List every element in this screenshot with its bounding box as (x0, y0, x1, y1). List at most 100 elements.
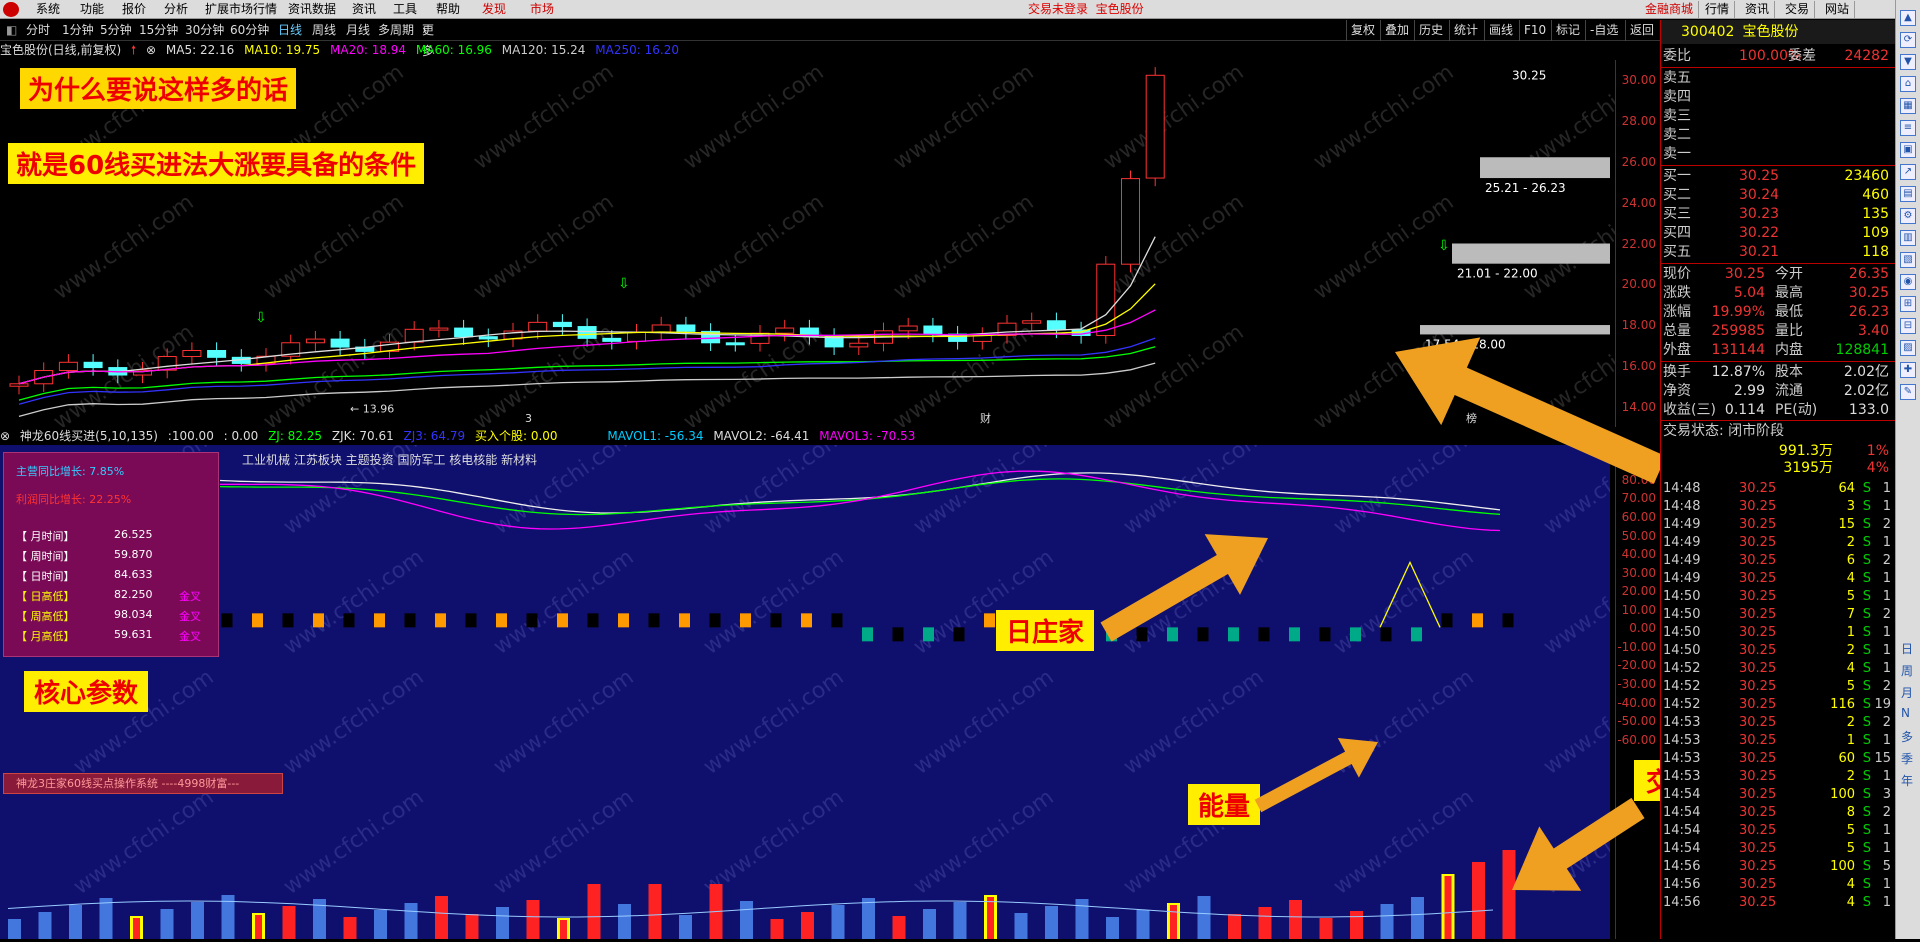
tool-f10[interactable]: F10 (1519, 20, 1546, 41)
menu-info[interactable]: 资讯 (352, 0, 376, 19)
watermark: www.cfchi.com (259, 190, 408, 305)
side-tool-icon[interactable]: ⟳ (1900, 32, 1916, 48)
side-period-label[interactable]: 年 (1901, 772, 1913, 789)
side-tool-icon[interactable]: ▦ (1900, 98, 1916, 114)
period-15min[interactable]: 15分钟 (139, 20, 178, 41)
fund-row: 换手 12.87% 股本 2.02亿 (1663, 364, 1889, 380)
tool-watchlist[interactable]: -自选 (1585, 20, 1618, 41)
side-period-label[interactable]: 日 (1901, 640, 1913, 657)
period-daily[interactable]: 日线 (278, 20, 302, 41)
volume-bar (953, 902, 967, 939)
side-period-label[interactable]: 季 (1901, 750, 1913, 767)
menu-analysis[interactable]: 分析 (164, 0, 188, 19)
tool-stats[interactable]: 统计 (1449, 20, 1478, 41)
tool-draw[interactable]: 画线 (1484, 20, 1513, 41)
tick-row: 14:50 30.25 2 S 1 (1663, 643, 1891, 658)
side-tool-icon[interactable]: ≡ (1900, 120, 1916, 136)
side-tool-icon[interactable]: ⊞ (1900, 296, 1916, 312)
menu-finance-mall[interactable]: 金融商城 (1640, 1, 1700, 18)
side-tool-icon[interactable]: ▨ (1900, 340, 1916, 356)
period-30min[interactable]: 30分钟 (185, 20, 224, 41)
menu-right-info[interactable]: 资讯 (1740, 1, 1776, 18)
indicator-legend: ⊗ 神龙60线买进(5,10,135) :100.00 : 0.00 ZJ: 8… (0, 427, 1615, 445)
menu-right-site[interactable]: 网站 (1820, 1, 1856, 18)
tick-row: 14:54 30.25 100 S 3 (1663, 787, 1891, 802)
side-period-label[interactable]: 多 (1901, 728, 1913, 745)
side-tool-icon[interactable]: ◉ (1900, 274, 1916, 290)
period-60min[interactable]: 60分钟 (230, 20, 269, 41)
signal-block (1289, 627, 1300, 642)
tool-mark[interactable]: 标记 (1551, 20, 1580, 41)
side-tool-icon[interactable]: ▥ (1900, 230, 1916, 246)
tick-row: 14:49 30.25 4 S 1 (1663, 571, 1891, 586)
menu-function[interactable]: 功能 (80, 0, 104, 19)
tick-row: 14:50 30.25 1 S 1 (1663, 625, 1891, 640)
menu-info-data[interactable]: 资讯数据 (288, 0, 336, 19)
annotation-dealer: 日庄家 (996, 610, 1095, 651)
period-monthly[interactable]: 月线 (346, 20, 370, 41)
menu-help[interactable]: 帮助 (436, 0, 460, 19)
tool-overlay[interactable]: 叠加 (1380, 20, 1409, 41)
volume-bar (587, 884, 601, 939)
signal-block (984, 613, 995, 628)
volume-bar-inner (560, 920, 567, 939)
indicator-tick: 50.00 (1621, 528, 1656, 543)
period-weekly[interactable]: 周线 (312, 20, 336, 41)
side-tool-icon[interactable]: ↗ (1900, 164, 1916, 180)
menu-extended-market[interactable]: 扩展市场行情 (205, 0, 277, 19)
side-tool-icon[interactable]: ▤ (1900, 186, 1916, 202)
signal-block (740, 613, 751, 628)
side-tool-icon[interactable]: ▼ (1900, 54, 1916, 70)
param-value: 59.870 (114, 548, 153, 561)
watermark: www.cfchi.com (469, 190, 618, 305)
period-1min[interactable]: 1分钟 (62, 20, 94, 41)
period-multi[interactable]: 多周期 (378, 20, 414, 41)
candle-body (478, 336, 498, 340)
menu-tools[interactable]: 工具 (393, 0, 417, 19)
side-tool-icon[interactable]: ▲ (1900, 10, 1916, 26)
period-more[interactable]: 更多 › (422, 20, 434, 58)
period-intraday[interactable]: 分时 (26, 20, 50, 41)
watermark: www.cfchi.com (679, 190, 828, 305)
volume-bar (38, 912, 52, 939)
side-tool-icon[interactable]: ⌂ (1900, 76, 1916, 92)
tool-history[interactable]: 历史 (1414, 20, 1443, 41)
signal-block (1380, 627, 1392, 642)
signal-block (1411, 627, 1422, 642)
menu-system[interactable]: 系统 (36, 0, 60, 19)
tool-adjust[interactable]: 复权 (1346, 20, 1375, 41)
watermark: www.cfchi.com (1119, 545, 1268, 660)
candlestick-chart[interactable]: www.cfchi.com www.cfchi.com www.cfchi.com w… (0, 60, 1669, 435)
tick-row: 14:54 30.25 5 S 1 (1663, 823, 1891, 838)
side-tool-icon[interactable]: ⊟ (1900, 318, 1916, 334)
ask-row: 卖一 (1663, 146, 1691, 162)
side-period-label[interactable]: N (1901, 706, 1910, 720)
price-tick: 18.00 (1621, 318, 1656, 333)
tool-back[interactable]: 返回 (1625, 20, 1654, 41)
menu-discover[interactable]: 发现 (482, 0, 506, 19)
ma-settings-icon[interactable]: ⊗ (146, 43, 156, 57)
indicator-chart[interactable]: www.cfchi.com www.cfchi.com www.cfchi.com w… (0, 425, 1689, 939)
period-5min[interactable]: 5分钟 (100, 20, 132, 41)
ask-row: 卖二 (1663, 127, 1691, 143)
menu-market[interactable]: 市场 (530, 0, 554, 19)
panel-toggle-icon[interactable]: ◧ (6, 20, 17, 41)
param-label: 【 月时间】 (16, 530, 75, 543)
candle-body (849, 342, 869, 348)
indicator-tick: -50.00 (1617, 714, 1656, 729)
indicator-settings-icon[interactable]: ⊗ (0, 429, 10, 443)
menu-right-quote[interactable]: 行情 (1700, 1, 1736, 18)
side-tool-icon[interactable]: ▣ (1900, 142, 1916, 158)
menu-right-trade[interactable]: 交易 (1780, 1, 1816, 18)
side-tool-icon[interactable]: ✚ (1900, 362, 1916, 378)
volume-bar (69, 905, 82, 939)
stat-row: 外盘 131144 内盘 128841 (1663, 342, 1889, 358)
side-period-label[interactable]: 周 (1901, 662, 1913, 679)
menu-quote[interactable]: 报价 (122, 0, 146, 19)
side-period-label[interactable]: 月 (1901, 684, 1913, 701)
side-tool-icon[interactable]: ⚙ (1900, 208, 1916, 224)
side-tool-icon[interactable]: ✎ (1900, 384, 1916, 400)
system-label: 神龙3庄家60线买点操作系统 ----4998财富--- (3, 773, 283, 794)
param-label: 【 日高低】 (16, 590, 75, 603)
side-tool-icon[interactable]: ▧ (1900, 252, 1916, 268)
